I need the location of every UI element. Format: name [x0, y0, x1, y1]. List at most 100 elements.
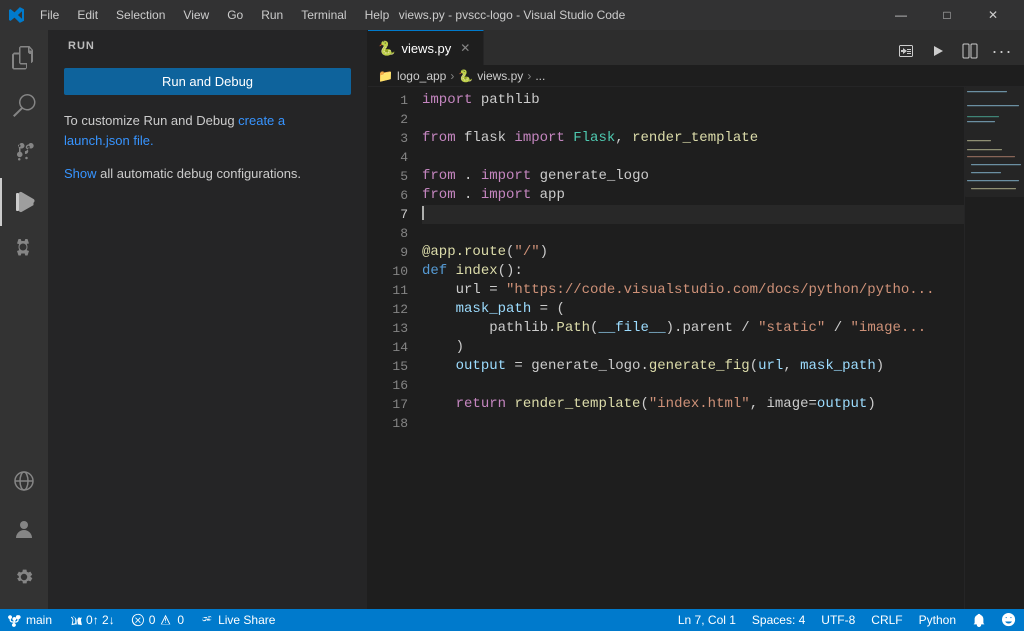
window-title: views.py - pvscc-logo - Visual Studio Co…: [399, 8, 626, 22]
language-mode[interactable]: Python: [911, 609, 964, 631]
status-bar-left: main 0↑ 2↓ 0 0 Live Share: [0, 609, 283, 631]
line-num-6: 6: [368, 186, 408, 205]
live-share-status[interactable]: Live Share: [192, 609, 283, 631]
sync-status[interactable]: 0↑ 2↓: [60, 609, 123, 631]
line-num-4: 4: [368, 148, 408, 167]
menu-go[interactable]: Go: [219, 6, 251, 24]
menu-file[interactable]: File: [32, 6, 67, 24]
code-line-13: pathlib.Path(__file__).parent / "static"…: [422, 319, 964, 338]
code-line-16: [422, 376, 964, 395]
extensions-icon[interactable]: [0, 226, 48, 274]
split-editor-button[interactable]: [956, 37, 984, 65]
status-bar: main 0↑ 2↓ 0 0 Live Share Ln 7, Col 1 Sp…: [0, 609, 1024, 631]
code-line-14: ): [422, 338, 964, 357]
python-file-icon: 🐍: [378, 40, 395, 57]
line-num-14: 14: [368, 338, 408, 357]
vscode-logo-icon: [8, 7, 24, 23]
line-ending-text: CRLF: [871, 613, 902, 627]
line-num-18: 18: [368, 414, 408, 433]
show-configurations-link[interactable]: Show: [64, 166, 97, 181]
errors-count: 0: [149, 613, 156, 627]
branch-name: main: [26, 613, 52, 627]
line-num-3: 3: [368, 129, 408, 148]
line-num-13: 13: [368, 319, 408, 338]
line-num-10: 10: [368, 262, 408, 281]
code-line-6: from . import app: [422, 186, 964, 205]
menu-run[interactable]: Run: [253, 6, 291, 24]
line-num-8: 8: [368, 224, 408, 243]
remote-icon-status[interactable]: [994, 609, 1024, 631]
encoding-text: UTF-8: [821, 613, 855, 627]
menu-view[interactable]: View: [175, 6, 217, 24]
sidebar-info-text: To customize Run and Debug create a laun…: [48, 103, 367, 158]
line-num-1: 1: [368, 91, 408, 110]
source-control-icon[interactable]: [0, 130, 48, 178]
breadcrumb-file-icon: 🐍: [458, 69, 473, 83]
close-button[interactable]: ✕: [970, 0, 1016, 30]
position-text: Ln 7, Col 1: [678, 613, 736, 627]
breadcrumb-ellipsis[interactable]: ...: [535, 69, 545, 83]
menu-help[interactable]: Help: [357, 6, 398, 24]
title-bar-left: File Edit Selection View Go Run Terminal…: [8, 6, 397, 24]
tab-bar: 🐍 views.py ✕ ···: [368, 30, 1024, 65]
run-and-debug-button[interactable]: Run and Debug: [64, 68, 351, 95]
settings-icon[interactable]: [0, 553, 48, 601]
tab-close-button[interactable]: ✕: [457, 40, 473, 56]
menu-edit[interactable]: Edit: [69, 6, 106, 24]
breadcrumb: 📁 logo_app › 🐍 views.py › ...: [368, 65, 1024, 87]
code-line-11: url = "https://code.visualstudio.com/doc…: [422, 281, 964, 300]
line-num-2: 2: [368, 110, 408, 129]
cursor-position[interactable]: Ln 7, Col 1: [670, 609, 744, 631]
code-editor[interactable]: 1 2 3 4 5 6 7 8 9 10 11 12 13 14 15 16 1…: [368, 87, 1024, 609]
explorer-icon[interactable]: [0, 34, 48, 82]
tab-views-py[interactable]: 🐍 views.py ✕: [368, 30, 484, 65]
branch-status[interactable]: main: [0, 609, 60, 631]
notifications[interactable]: [964, 609, 994, 631]
run-debug-icon[interactable]: [0, 178, 48, 226]
code-line-9: @app.route("/"): [422, 243, 964, 262]
warnings-count: 0: [177, 613, 184, 627]
line-num-15: 15: [368, 357, 408, 376]
breadcrumb-sep-1: ›: [450, 69, 454, 83]
line-num-17: 17: [368, 395, 408, 414]
remote-explorer-activity-icon[interactable]: [0, 457, 48, 505]
code-line-1: import pathlib: [422, 91, 964, 110]
menu-selection[interactable]: Selection: [108, 6, 173, 24]
encoding[interactable]: UTF-8: [813, 609, 863, 631]
code-line-2: [422, 110, 964, 129]
account-icon[interactable]: [0, 505, 48, 553]
code-line-12: mask_path = (: [422, 300, 964, 319]
spaces-text: Spaces: 4: [752, 613, 805, 627]
menu-terminal[interactable]: Terminal: [293, 6, 354, 24]
remote-icon-button[interactable]: [892, 37, 920, 65]
breadcrumb-views-py[interactable]: 🐍 views.py: [458, 69, 523, 83]
maximize-button[interactable]: □: [924, 0, 970, 30]
line-num-7: 7: [368, 205, 408, 224]
editor-area: 🐍 views.py ✕ ···: [368, 30, 1024, 609]
more-actions-button[interactable]: ···: [988, 37, 1016, 65]
live-share-label: Live Share: [218, 613, 275, 627]
code-line-5: from . import generate_logo: [422, 167, 964, 186]
activity-bottom: [0, 457, 48, 609]
indentation[interactable]: Spaces: 4: [744, 609, 813, 631]
line-num-12: 12: [368, 300, 408, 319]
language-text: Python: [919, 613, 956, 627]
code-line-17: return render_template("index.html", ima…: [422, 395, 964, 414]
activity-bar: [0, 30, 48, 609]
sidebar: RUN Run and Debug To customize Run and D…: [48, 30, 368, 609]
minimize-button[interactable]: —: [878, 0, 924, 30]
search-icon[interactable]: [0, 82, 48, 130]
folder-icon: 📁: [378, 69, 393, 83]
run-code-button[interactable]: [924, 37, 952, 65]
line-ending[interactable]: CRLF: [863, 609, 910, 631]
line-num-5: 5: [368, 167, 408, 186]
window-controls: — □ ✕: [878, 0, 1016, 30]
code-line-8: [422, 224, 964, 243]
main-layout: RUN Run and Debug To customize Run and D…: [0, 30, 1024, 609]
line-numbers: 1 2 3 4 5 6 7 8 9 10 11 12 13 14 15 16 1…: [368, 87, 418, 609]
code-line-15: output = generate_logo.generate_fig(url,…: [422, 357, 964, 376]
errors-status[interactable]: 0 0: [123, 609, 192, 631]
code-content[interactable]: import pathlib from flask import Flask, …: [418, 87, 964, 609]
code-line-4: [422, 148, 964, 167]
breadcrumb-logo-app[interactable]: 📁 logo_app: [378, 69, 446, 83]
